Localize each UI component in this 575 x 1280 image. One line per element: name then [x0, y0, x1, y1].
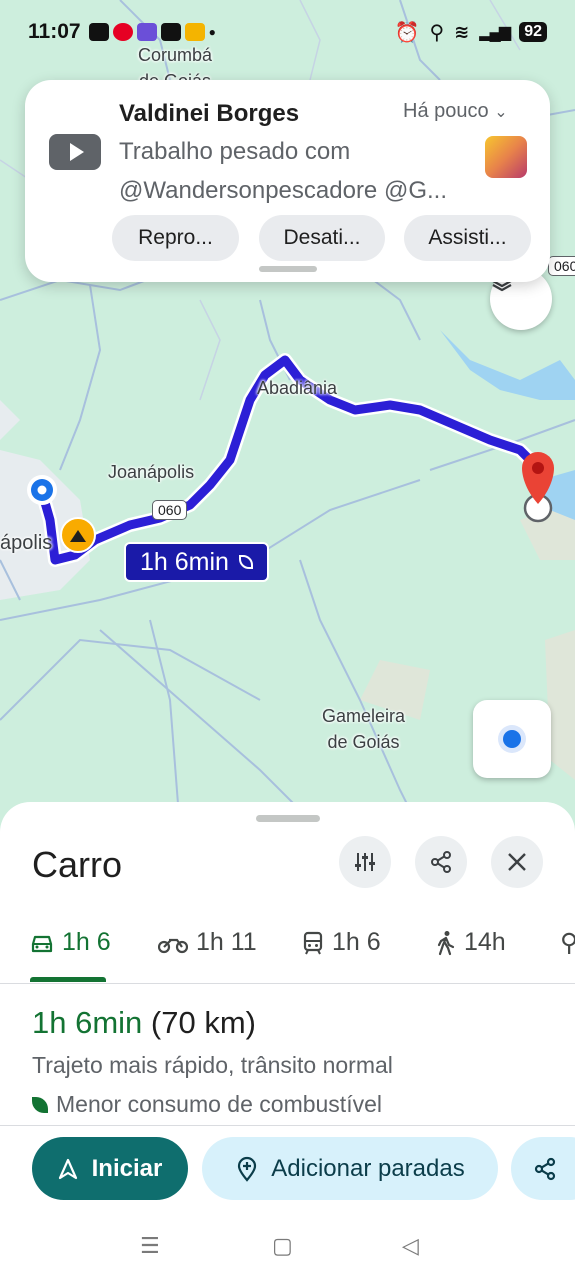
tune-icon — [355, 853, 375, 871]
notification-time[interactable]: Há pouco ⌄ — [403, 100, 508, 123]
alarm-icon: ⏰ — [394, 21, 420, 44]
notification-card[interactable]: Valdinei Borges Há pouco ⌄ Trabalho pesa… — [25, 80, 550, 282]
share-button[interactable] — [415, 836, 467, 888]
route-time-text: 1h 6min — [140, 547, 229, 576]
tab-bicycle[interactable]: ⚲ — [560, 928, 575, 958]
car-icon — [31, 935, 53, 952]
menu-icon[interactable]: ☰ — [140, 1233, 160, 1259]
notification-action-disable[interactable]: Desati... — [259, 215, 385, 261]
youtube-icon-2 — [160, 23, 181, 41]
route-description: Trajeto mais rápido, trânsito normal — [32, 1052, 393, 1078]
notification-action-play[interactable]: Repro... — [112, 215, 239, 261]
add-stops-button[interactable]: Adicionar paradas — [202, 1137, 498, 1200]
share-icon — [431, 851, 451, 873]
chevron-down-icon: ⌄ — [494, 104, 508, 121]
highway-shield-060-edge: 060 — [548, 256, 575, 276]
notification-time-text: Há pouco — [403, 100, 489, 122]
share-route-button[interactable] — [511, 1137, 575, 1200]
add-location-icon — [238, 1156, 257, 1182]
map-label-anapolis: ápolis — [0, 532, 53, 554]
route-options-button[interactable] — [339, 836, 391, 888]
home-icon[interactable]: ▢ — [272, 1233, 293, 1259]
close-button[interactable] — [491, 836, 543, 888]
pdf-icon — [136, 23, 157, 41]
route-eco-info: Menor consumo de combustível — [32, 1091, 382, 1118]
route-distance: (70 km) — [150, 1005, 256, 1040]
transit-icon — [303, 931, 323, 954]
signal-icon: ▂▄▆ — [479, 24, 511, 41]
tab-walk-label: 14h — [464, 928, 506, 956]
tab-car-label: 1h 6 — [62, 928, 111, 956]
tab-motorcycle[interactable]: 1h 11 — [158, 928, 257, 957]
route-duration: 1h 6min — [32, 1005, 143, 1040]
youtube-app-icon — [49, 134, 101, 170]
sheet-divider — [0, 1125, 575, 1126]
highway-shield-060: 060 — [152, 500, 188, 520]
map-label-abadiania: Abadiânia — [257, 378, 338, 398]
notification-handle[interactable] — [259, 266, 317, 272]
bicycle-icon: ⚲ — [560, 929, 575, 957]
eco-leaf-icon-small — [32, 1096, 48, 1113]
battery-indicator: 92 — [519, 22, 547, 42]
route-summary-time: 1h 6min (70 km) — [32, 1005, 256, 1041]
notification-avatar — [485, 136, 527, 178]
tab-transit-label: 1h 6 — [332, 928, 381, 956]
map-label-gameleira: Gameleira de Goiás — [322, 703, 405, 755]
notification-body-line2: @Wandersonpescadore @G... — [119, 177, 447, 204]
wifi-icon: ≋ — [454, 21, 470, 42]
sheet-drag-handle[interactable] — [256, 815, 320, 822]
motorcycle-icon — [158, 938, 188, 953]
my-location-button[interactable] — [473, 700, 551, 778]
notification-body-line1: Trabalho pesado com — [119, 138, 351, 165]
route-time-badge[interactable]: 1h 6min — [124, 542, 269, 582]
status-bar: 11:07 ● ⏰ ⚲ ≋ ▂▄▆ 92 — [0, 0, 575, 64]
walk-icon — [437, 930, 455, 955]
travel-mode-tabs: 1h 6 1h 11 1h 6 14h ⚲ — [0, 914, 575, 984]
notification-action-watch[interactable]: Assisti... — [404, 215, 531, 261]
directions-sheet: Carro 1h 6 1h 11 1h 6 14h ⚲ 1h 6min (70 … — [0, 802, 575, 1280]
pinterest-icon — [112, 23, 133, 41]
location-icon: ⚲ — [429, 21, 445, 44]
more-dot-icon: ● — [208, 25, 216, 39]
active-tab-indicator — [30, 977, 106, 982]
tab-walk[interactable]: 14h — [436, 928, 506, 957]
tab-transit[interactable]: 1h 6 — [302, 928, 381, 957]
status-system-icons: ⏰ ⚲ ≋ ▂▄▆ 92 — [395, 20, 547, 45]
notification-title: Valdinei Borges — [119, 100, 300, 127]
map-label-gameleira-text: Gameleira de Goiás — [322, 706, 406, 752]
weather-icon — [184, 23, 205, 41]
eco-leaf-icon — [238, 555, 253, 569]
sheet-title: Carro — [32, 844, 123, 885]
tab-car[interactable]: 1h 6 — [30, 928, 111, 957]
start-navigation-label: Iniciar — [91, 1154, 163, 1182]
status-app-icons: ● — [88, 23, 216, 41]
map-label-joanapolis: Joanápolis — [108, 462, 195, 482]
route-eco-text: Menor consumo de combustível — [56, 1091, 382, 1117]
back-icon[interactable]: ◁ — [402, 1233, 419, 1259]
navigation-arrow-icon — [58, 1158, 77, 1179]
status-time: 11:07 — [28, 20, 81, 43]
system-navigation-bar: ☰ ▢ ◁ — [0, 1215, 575, 1275]
add-stops-label: Adicionar paradas — [271, 1154, 465, 1182]
close-icon — [508, 853, 526, 871]
youtube-icon — [88, 23, 109, 41]
tab-motorcycle-label: 1h 11 — [196, 928, 257, 956]
start-navigation-button[interactable]: Iniciar — [32, 1137, 188, 1200]
my-location-icon — [503, 730, 521, 748]
share-route-icon — [534, 1157, 556, 1180]
